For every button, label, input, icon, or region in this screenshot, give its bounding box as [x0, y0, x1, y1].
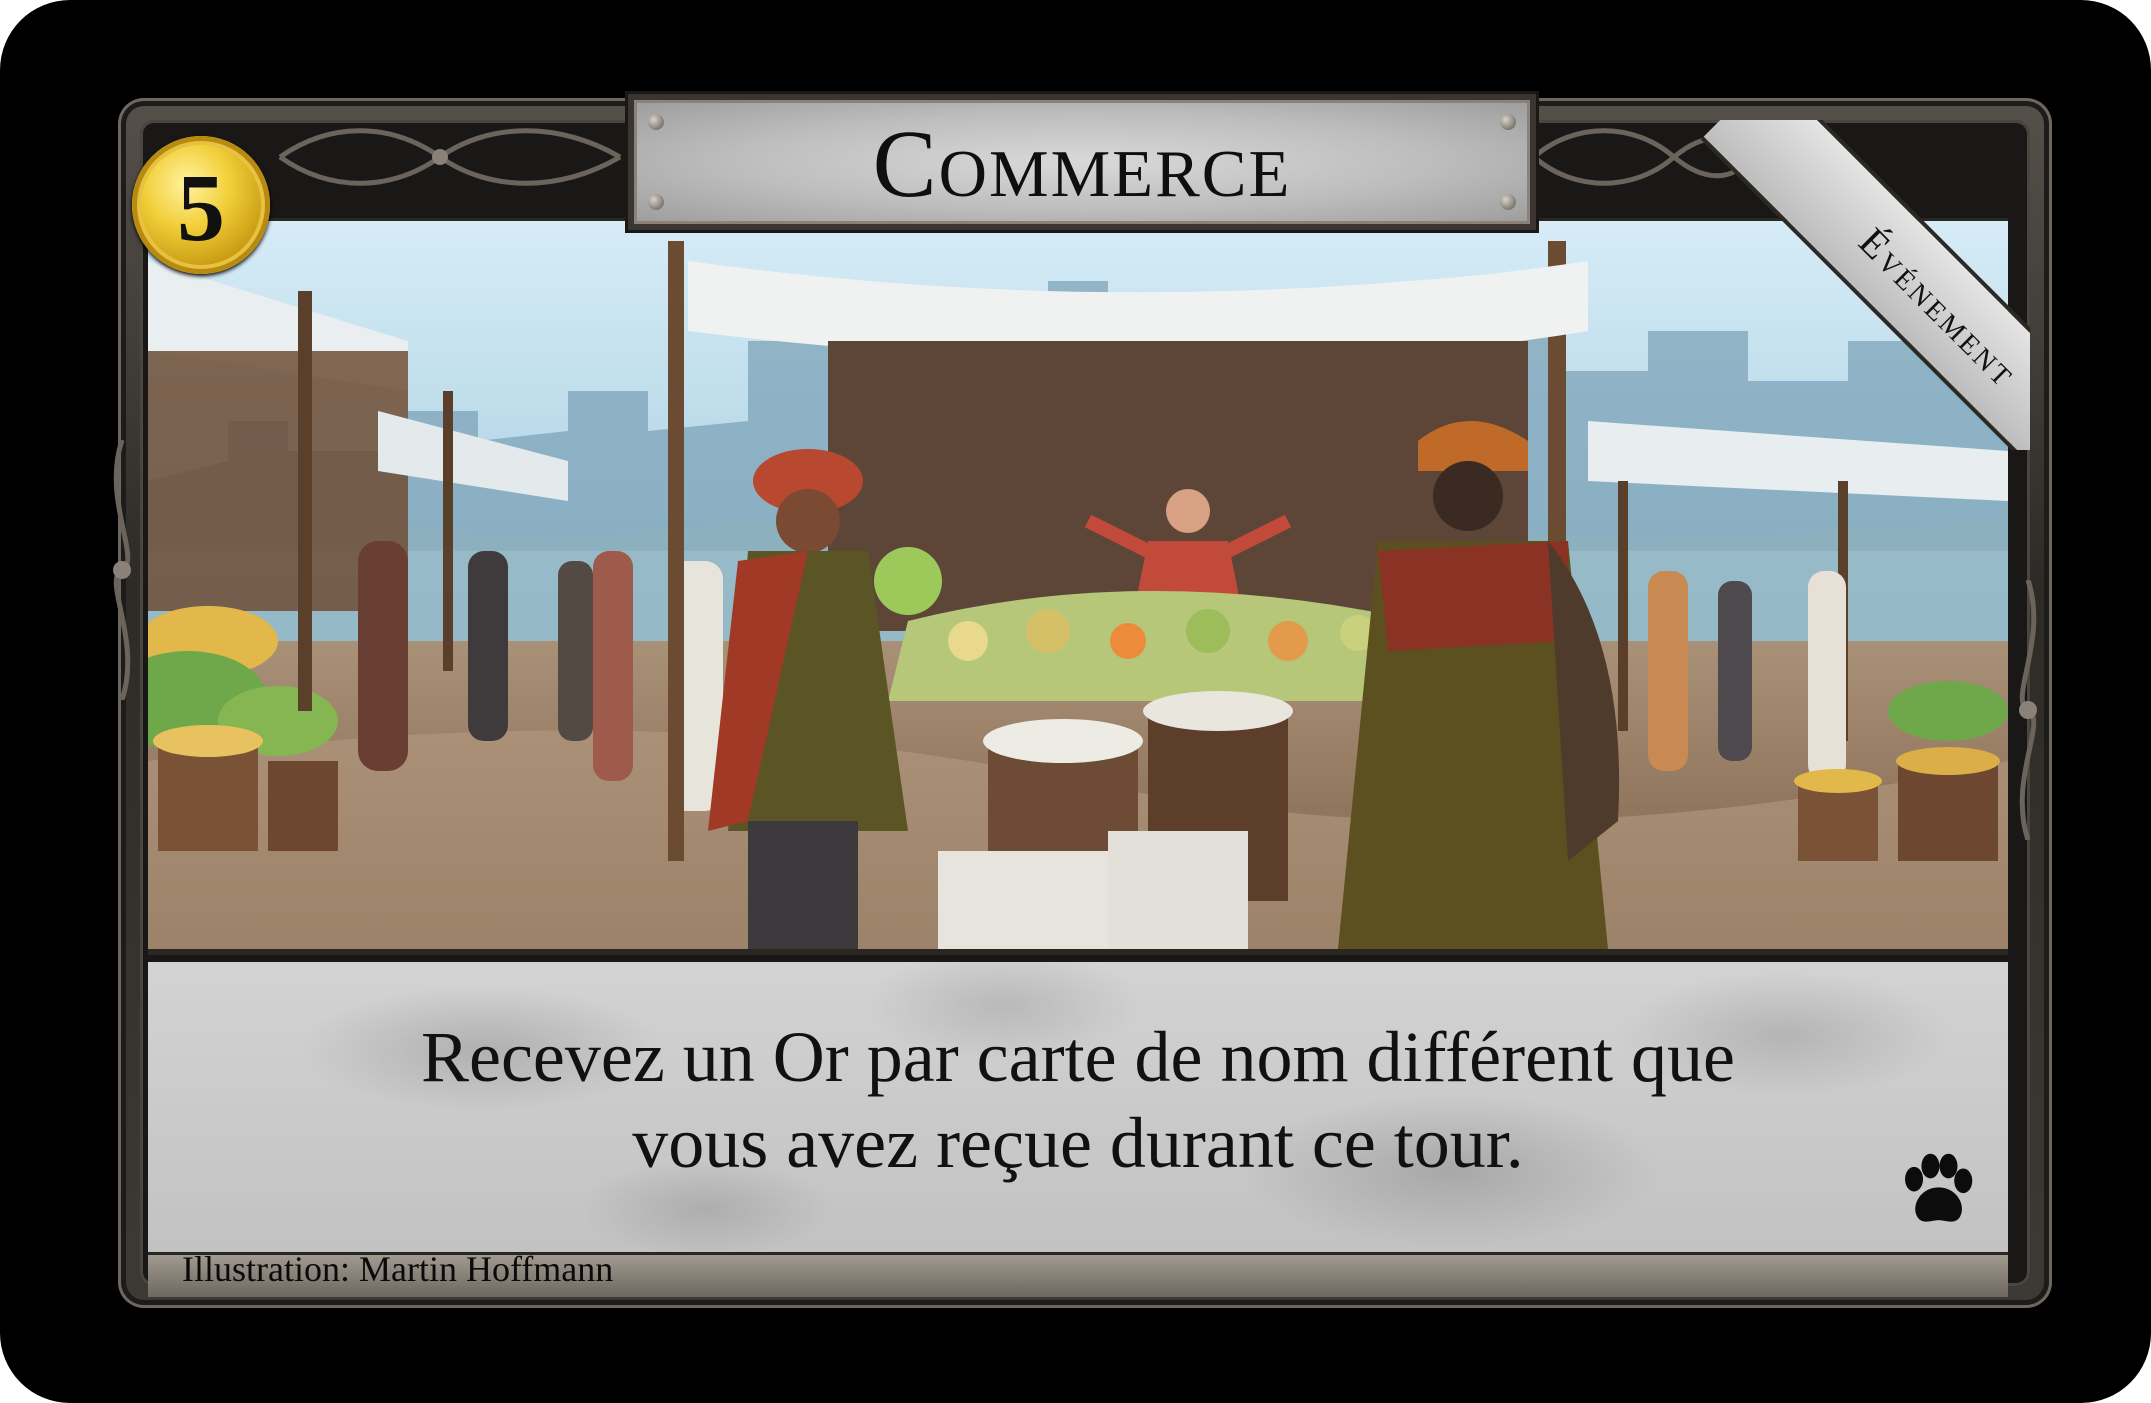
card-type-label: Événement: [1850, 218, 2028, 396]
left-scroll-ornament-icon: [278, 128, 622, 186]
card-title: Commerce: [872, 110, 1292, 217]
effect-line-1: Recevez un Or par carte de nom différent…: [420, 1017, 1736, 1097]
dominion-card: Événement Commerce 5 Recevez un Or par c…: [0, 0, 2151, 1403]
cost-coin-icon: 5: [132, 136, 270, 274]
illustrator-credit: Illustration: Martin Hoffmann: [182, 1249, 614, 1289]
effect-line-2: vous avez reçue durant ce tour.: [632, 1103, 1524, 1183]
card-effect-text: Recevez un Or par carte de nom différent…: [278, 1014, 1878, 1186]
title-plate: Commerce: [628, 94, 1536, 230]
card-text-box: Recevez un Or par carte de nom différent…: [148, 962, 2008, 1252]
left-side-ornament-icon: [113, 440, 131, 700]
paw-print-icon: [1905, 1153, 1973, 1222]
card-cost: 5: [177, 154, 225, 261]
type-ribbon: Événement: [1700, 120, 2030, 450]
right-side-ornament-icon: [2019, 580, 2037, 840]
